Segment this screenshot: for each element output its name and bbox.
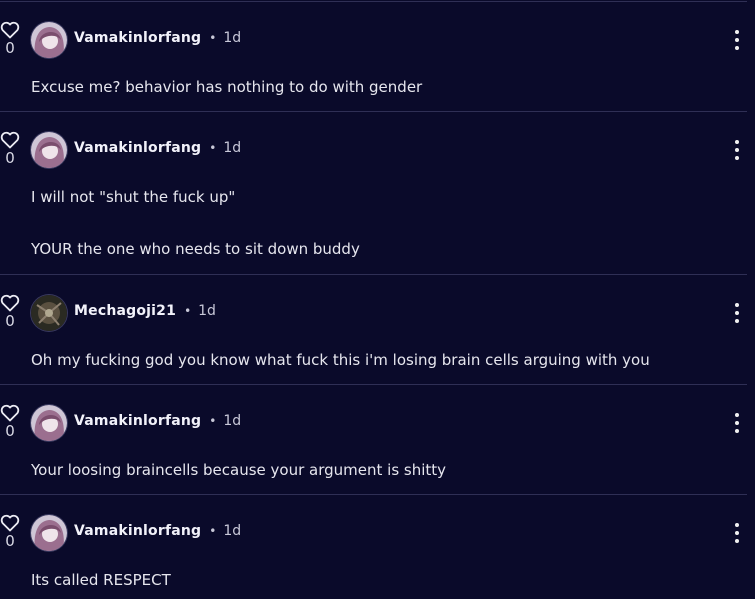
like-count: 0 <box>5 532 15 550</box>
comment: 0 Vamakinlorfang • 1d Its called RESPECT <box>0 494 747 599</box>
avatar[interactable] <box>31 405 67 441</box>
comment-body: Excuse me? behavior has nothing to do wi… <box>31 78 422 96</box>
heart-icon[interactable] <box>0 21 20 39</box>
comment: 0 Vamakinlorfang • 1d Excuse me? behavior … <box>0 1 747 112</box>
more-options-icon[interactable] <box>733 413 741 433</box>
avatar[interactable] <box>31 132 67 168</box>
comment-text: I will not "shut the fuck up" <box>31 188 236 206</box>
comment-meta: Mechagoji21 • 1d <box>74 301 216 321</box>
comment: 0 Mechagoji21 • 1d Oh my fucking god you k… <box>0 274 747 385</box>
more-options-icon[interactable] <box>733 30 741 50</box>
avatar[interactable] <box>31 515 67 551</box>
comment: 0 Vamakinlorfang • 1d Your loosing braince… <box>0 384 747 495</box>
like-control[interactable]: 0 <box>0 131 20 167</box>
separator-dot: • <box>209 31 217 45</box>
username[interactable]: Vamakinlorfang <box>74 140 201 156</box>
timestamp: 1d <box>223 413 242 429</box>
heart-icon[interactable] <box>0 294 20 312</box>
comment-text: YOUR the one who needs to sit down buddy <box>31 240 360 258</box>
like-count: 0 <box>5 422 15 440</box>
heart-icon[interactable] <box>0 404 20 422</box>
separator-dot: • <box>184 304 192 318</box>
separator-dot: • <box>209 524 217 538</box>
comment-meta: Vamakinlorfang • 1d <box>74 28 241 48</box>
heart-icon[interactable] <box>0 514 20 532</box>
like-count: 0 <box>5 149 15 167</box>
like-count: 0 <box>5 39 15 57</box>
comment-body: I will not "shut the fuck up" YOUR the o… <box>31 188 360 258</box>
comment-body: Its called RESPECT <box>31 571 171 589</box>
comment-meta: Vamakinlorfang • 1d <box>74 138 241 158</box>
username[interactable]: Vamakinlorfang <box>74 30 201 46</box>
more-options-icon[interactable] <box>733 140 741 160</box>
timestamp: 1d <box>223 30 242 46</box>
timestamp: 1d <box>223 140 242 156</box>
comment-body: Your loosing braincells because your arg… <box>31 461 446 479</box>
timestamp: 1d <box>198 303 216 319</box>
like-control[interactable]: 0 <box>0 21 20 57</box>
like-control[interactable]: 0 <box>0 514 20 550</box>
more-options-icon[interactable] <box>733 303 741 323</box>
comment-text: Excuse me? behavior has nothing to do wi… <box>31 78 423 96</box>
username[interactable]: Vamakinlorfang <box>74 523 201 539</box>
username[interactable]: Mechagoji21 <box>74 303 176 319</box>
comment-text: Oh my fucking god you know what fuck thi… <box>31 351 650 369</box>
separator-dot: • <box>209 141 217 155</box>
comment: 0 Vamakinlorfang • 1d I will not "shut the… <box>0 111 747 275</box>
comment-text: Your loosing braincells because your arg… <box>31 461 447 479</box>
username[interactable]: Vamakinlorfang <box>74 413 201 429</box>
more-options-icon[interactable] <box>733 523 741 543</box>
comment-text: Its called RESPECT <box>31 571 171 589</box>
comment-body: Oh my fucking god you know what fuck thi… <box>31 351 650 369</box>
comment-meta: Vamakinlorfang • 1d <box>74 521 241 541</box>
like-control[interactable]: 0 <box>0 404 20 440</box>
like-count: 0 <box>5 312 15 330</box>
separator-dot: • <box>209 414 217 428</box>
like-control[interactable]: 0 <box>0 294 20 330</box>
avatar[interactable] <box>31 295 67 331</box>
timestamp: 1d <box>223 523 242 539</box>
avatar[interactable] <box>31 22 67 58</box>
heart-icon[interactable] <box>0 131 20 149</box>
comment-meta: Vamakinlorfang • 1d <box>74 411 241 431</box>
